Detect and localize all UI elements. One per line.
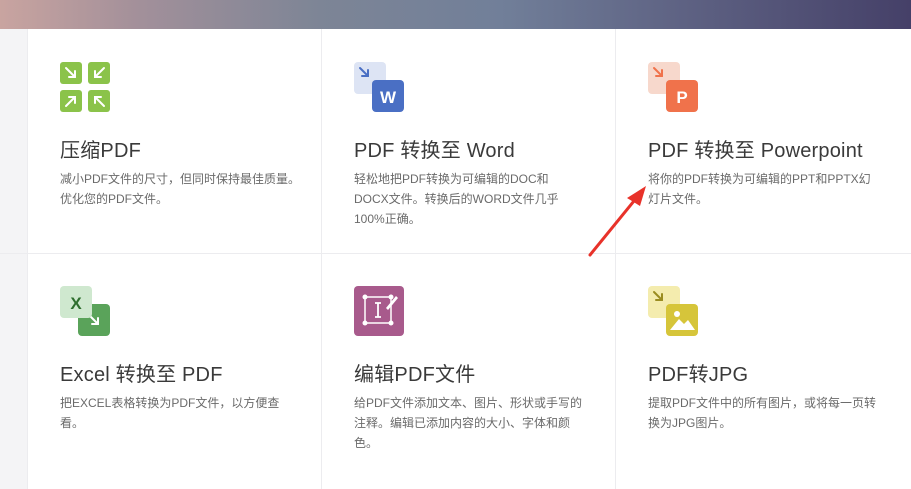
excel-to-pdf-icon: X bbox=[60, 286, 112, 338]
tool-description: 给PDF文件添加文本、图片、形状或手写的注释。编辑已添加内容的大小、字体和颜色。 bbox=[354, 396, 583, 450]
tool-title: PDF 转换至 Powerpoint bbox=[648, 140, 863, 162]
pdf-to-powerpoint-icon: P bbox=[648, 62, 700, 114]
powerpoint-badge: P bbox=[676, 88, 687, 107]
edit-pdf-icon bbox=[354, 286, 406, 338]
grid-divider bbox=[615, 29, 616, 489]
excel-badge: X bbox=[70, 294, 82, 313]
tool-title: 编辑PDF文件 bbox=[354, 364, 476, 386]
tool-description: 将你的PDF转换为可编辑的PPT和PPTX幻灯片文件。 bbox=[648, 172, 871, 206]
grid-divider bbox=[27, 29, 28, 489]
grid-divider bbox=[321, 29, 322, 489]
grid-divider bbox=[0, 253, 911, 254]
tool-title: Excel 转换至 PDF bbox=[60, 364, 223, 386]
compress-icon bbox=[60, 62, 112, 114]
tool-description: 减小PDF文件的尺寸，但同时保持最佳质量。优化您的PDF文件。 bbox=[60, 172, 301, 206]
tool-title: PDF 转换至 Word bbox=[354, 140, 515, 162]
word-badge: W bbox=[380, 88, 397, 107]
tool-title: PDF转JPG bbox=[648, 364, 749, 386]
pdf-to-word-icon: W bbox=[354, 62, 406, 114]
tool-description: 提取PDF文件中的所有图片，或将每一页转换为JPG图片。 bbox=[648, 396, 877, 430]
top-banner bbox=[0, 0, 911, 29]
pdf-to-jpg-icon bbox=[648, 286, 700, 338]
tool-description: 轻松地把PDF转换为可编辑的DOC和DOCX文件。转换后的WORD文件几乎100… bbox=[354, 172, 559, 226]
tool-title: 压缩PDF bbox=[60, 140, 141, 162]
tool-description: 把EXCEL表格转换为PDF文件，以方便查看。 bbox=[60, 396, 280, 430]
